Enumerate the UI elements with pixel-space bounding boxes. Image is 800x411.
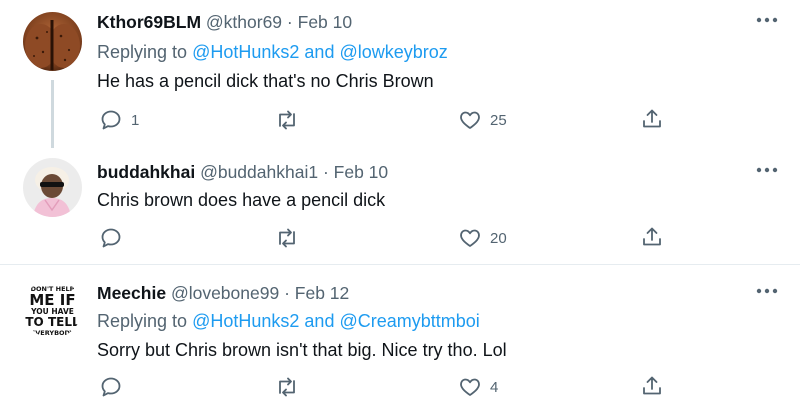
heart-icon [458, 226, 482, 250]
more-icon[interactable] [756, 288, 778, 298]
heart-icon [458, 375, 482, 399]
thread-line [51, 80, 54, 148]
more-icon[interactable] [756, 167, 778, 177]
display-name[interactable]: Kthor69BLM [97, 12, 201, 32]
share-icon [640, 107, 664, 131]
retweet-button[interactable] [274, 226, 300, 250]
retweet-button[interactable] [274, 375, 300, 399]
timestamp[interactable]: Feb 10 [334, 162, 388, 182]
retweet-icon [274, 226, 300, 250]
tweet-text: He has a pencil dick that's no Chris Bro… [97, 71, 434, 91]
reply-user-link[interactable]: @Creamybttmboi [339, 311, 479, 331]
reply-user-link[interactable]: @HotHunks2 [192, 42, 299, 62]
avatar[interactable] [23, 158, 82, 217]
like-button[interactable]: 25 [458, 108, 507, 132]
like-count: 25 [490, 111, 507, 129]
handle[interactable]: @lovebone99 [171, 283, 279, 303]
reply-user-link[interactable]: @lowkeybroz [339, 42, 447, 62]
replying-prefix: Replying to [97, 42, 188, 62]
share-icon [640, 374, 664, 398]
reply-icon [99, 375, 123, 399]
avatar[interactable]: DON'T HELP ME IF YOU HAVE TO TELL EVERYB… [23, 279, 82, 338]
timestamp[interactable]: Feb 10 [298, 12, 352, 32]
reply-count: 1 [131, 111, 140, 129]
tweet[interactable]: buddahkhai @buddahkhai1 · Feb 10 Chris b… [0, 150, 800, 265]
more-icon[interactable] [756, 17, 778, 27]
separator: · [284, 283, 290, 303]
like-button[interactable]: 20 [458, 226, 507, 250]
like-count: 20 [490, 229, 507, 247]
share-button[interactable] [640, 225, 664, 249]
like-count: 4 [490, 378, 499, 396]
reply-user-link[interactable]: @HotHunks2 [192, 311, 299, 331]
avatar[interactable] [23, 12, 82, 71]
handle[interactable]: @kthor69 [206, 12, 282, 32]
tweet-header: Kthor69BLM @kthor69 · Feb 10 [97, 11, 352, 33]
separator: · [322, 162, 329, 182]
replying-to: Replying to @HotHunks2 and @Creamybttmbo… [97, 310, 480, 332]
tweet-text: Sorry but Chris brown isn't that big. Ni… [97, 340, 507, 360]
svg-text:TO TELL: TO TELL [25, 315, 80, 329]
tweet-text: Chris brown does have a pencil dick [97, 190, 386, 210]
display-name[interactable]: buddahkhai [97, 162, 195, 182]
replying-to: Replying to @HotHunks2 and @lowkeybroz [97, 41, 448, 63]
tweet-header: buddahkhai @buddahkhai1 · Feb 10 [97, 161, 388, 183]
retweet-icon [274, 108, 300, 132]
reply-button[interactable] [99, 226, 131, 250]
tweet[interactable]: DON'T HELP ME IF YOU HAVE TO TELL EVERYB… [0, 265, 800, 411]
retweet-button[interactable] [274, 108, 300, 132]
tweet-header: Meechie @lovebone99 · Feb 12 [97, 282, 349, 304]
reply-icon [99, 108, 123, 132]
reply-icon [99, 226, 123, 250]
retweet-icon [274, 375, 300, 399]
like-button[interactable]: 4 [458, 375, 498, 399]
reply-button[interactable] [99, 375, 131, 399]
replying-prefix: Replying to [97, 311, 188, 331]
timestamp[interactable]: Feb 12 [295, 283, 349, 303]
reply-and[interactable]: and [304, 311, 334, 331]
reply-and[interactable]: and [304, 42, 334, 62]
handle[interactable]: @buddahkhai1 [200, 162, 318, 182]
share-button[interactable] [640, 107, 664, 131]
share-button[interactable] [640, 374, 664, 398]
separator: · [286, 12, 293, 32]
heart-icon [458, 108, 482, 132]
display-name[interactable]: Meechie [97, 283, 166, 303]
reply-button[interactable]: 1 [99, 108, 139, 132]
svg-text:EVERYBODY: EVERYBODY [31, 329, 75, 337]
share-icon [640, 225, 664, 249]
avatar-text-graphic: DON'T HELP ME IF YOU HAVE TO TELL EVERYB… [23, 279, 82, 338]
tweet[interactable]: Kthor69BLM @kthor69 · Feb 10 Replying to… [0, 0, 800, 150]
